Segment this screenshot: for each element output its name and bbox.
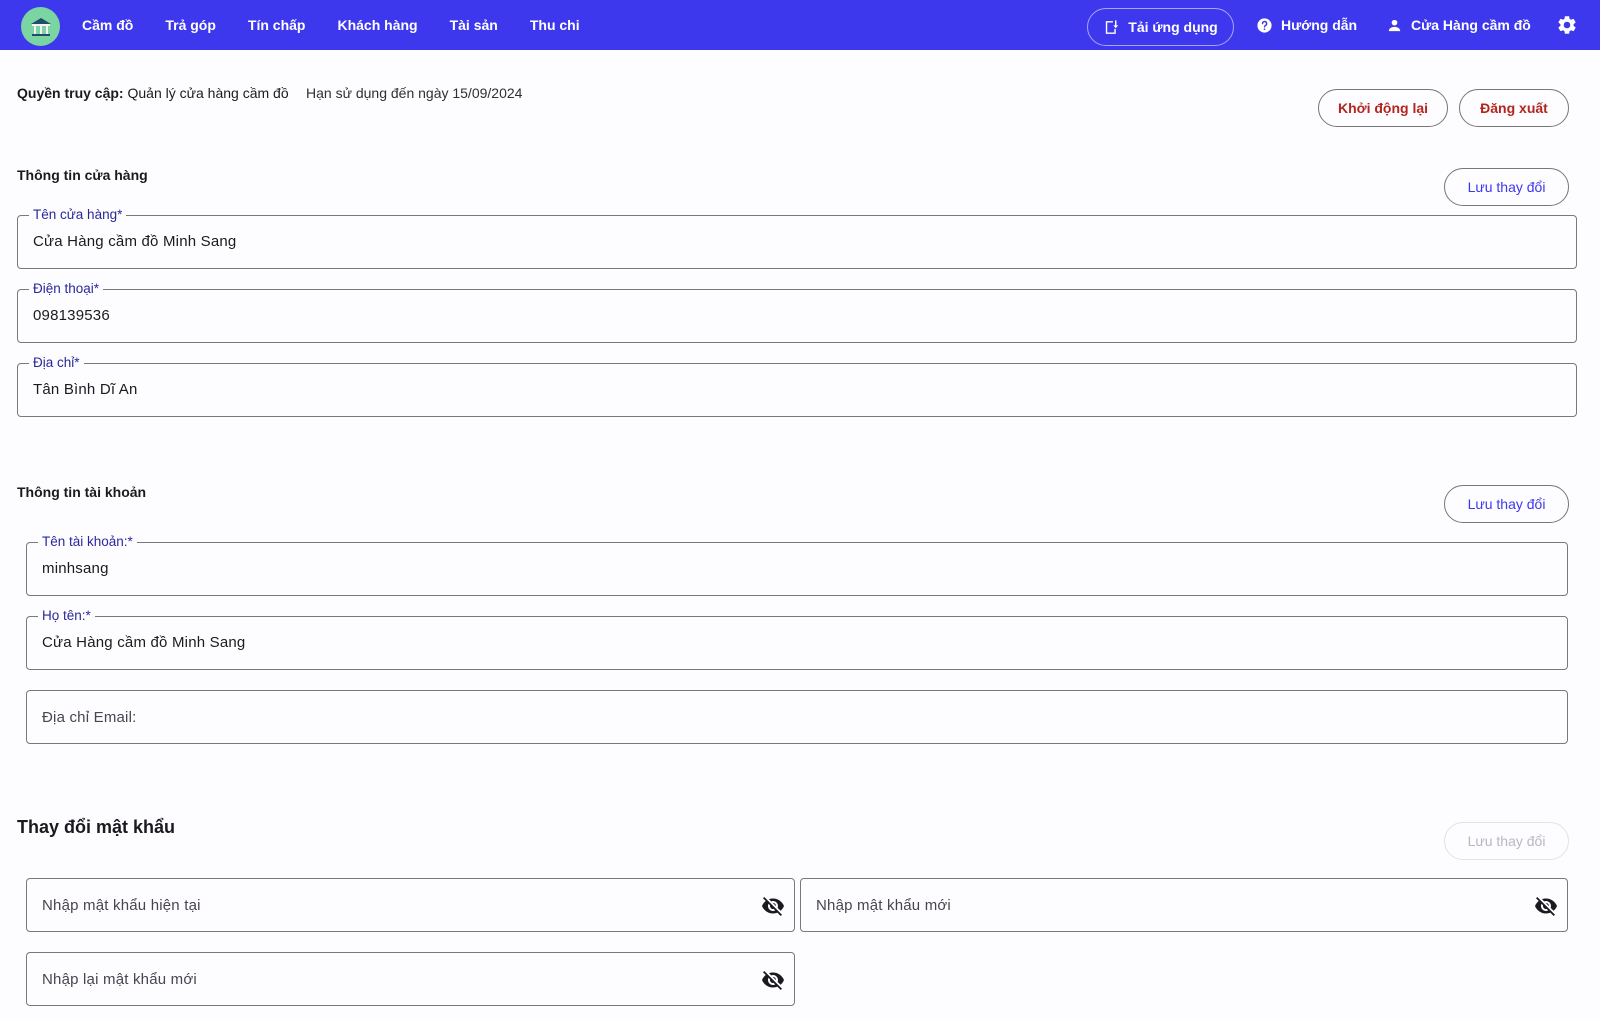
app-logo[interactable]: [21, 7, 60, 46]
save-password-button[interactable]: Lưu thay đổi: [1444, 822, 1569, 860]
current-password-placeholder: Nhập mật khẩu hiện tại: [42, 897, 201, 914]
store-account-label: Cửa Hàng cầm đồ: [1411, 17, 1531, 33]
save-store-info-button[interactable]: Lưu thay đổi: [1444, 168, 1569, 206]
save-account-info-button[interactable]: Lưu thay đổi: [1444, 485, 1569, 523]
guide-link[interactable]: Hướng dẫn: [1256, 0, 1357, 50]
store-name-value: Cửa Hàng cầm đồ Minh Sang: [33, 233, 237, 250]
nav-pawn[interactable]: Cầm đồ: [66, 0, 149, 50]
nav-credit[interactable]: Tín chấp: [232, 0, 322, 50]
access-value: Quản lý cửa hàng cầm đồ: [127, 85, 289, 101]
username-field[interactable]: Tên tài khoản:* minhsang: [26, 534, 1568, 596]
email-placeholder: Địa chỉ Email:: [42, 709, 137, 726]
store-address-field[interactable]: Địa chỉ* Tân Bình Dĩ An: [17, 355, 1577, 417]
download-app-label: Tải ứng dụng: [1128, 19, 1218, 35]
confirm-password-field[interactable]: Nhập lại mật khẩu mới: [26, 952, 795, 1006]
nav-installment[interactable]: Trả góp: [149, 0, 232, 50]
fullname-field[interactable]: Họ tên:* Cửa Hàng cầm đồ Minh Sang: [26, 608, 1568, 670]
visibility-off-icon[interactable]: [1534, 894, 1558, 918]
store-info-title: Thông tin cửa hàng: [17, 167, 148, 183]
store-phone-value: 098139536: [33, 307, 110, 324]
gear-icon[interactable]: [1556, 14, 1578, 36]
access-info: Quyền truy cập: Quản lý cửa hàng cầm đồ: [17, 85, 289, 101]
download-app-button[interactable]: Tải ứng dụng: [1087, 8, 1234, 46]
store-address-label: Địa chỉ*: [29, 355, 84, 371]
access-label: Quyền truy cập:: [17, 85, 124, 101]
expiry-date: Hạn sử dụng đến ngày 15/09/2024: [306, 85, 523, 101]
person-icon: [1388, 19, 1401, 31]
install-mobile-icon: [1106, 19, 1119, 34]
email-field[interactable]: Địa chỉ Email:: [26, 690, 1568, 744]
nav-customers[interactable]: Khách hàng: [321, 0, 433, 50]
main-nav: Cầm đồ Trả góp Tín chấp Khách hàng Tài s…: [66, 0, 596, 50]
fullname-value: Cửa Hàng cầm đồ Minh Sang: [42, 634, 246, 651]
help-circle-icon: [1257, 17, 1272, 33]
store-address-value: Tân Bình Dĩ An: [33, 381, 138, 398]
username-value: minhsang: [42, 560, 109, 577]
visibility-off-icon[interactable]: [761, 968, 785, 992]
nav-income-expense[interactable]: Thu chi: [514, 0, 596, 50]
store-phone-field[interactable]: Điện thoại* 098139536: [17, 281, 1577, 343]
new-password-placeholder: Nhập mật khẩu mới: [816, 897, 951, 914]
store-account-link[interactable]: Cửa Hàng cầm đồ: [1386, 0, 1531, 50]
change-password-title: Thay đổi mật khẩu: [17, 817, 176, 837]
username-label: Tên tài khoản:*: [38, 534, 137, 550]
logout-button[interactable]: Đăng xuất: [1459, 89, 1569, 127]
fullname-label: Họ tên:*: [38, 608, 95, 624]
visibility-off-icon[interactable]: [761, 894, 785, 918]
new-password-field[interactable]: Nhập mật khẩu mới: [800, 878, 1568, 932]
top-navbar: Cầm đồ Trả góp Tín chấp Khách hàng Tài s…: [0, 0, 1600, 50]
pawnshop-building-icon: [30, 17, 51, 36]
store-name-label: Tên cửa hàng*: [29, 207, 127, 223]
restart-button[interactable]: Khởi động lại: [1318, 89, 1448, 127]
store-phone-label: Điện thoại*: [29, 281, 104, 297]
nav-assets[interactable]: Tài sản: [434, 0, 514, 50]
guide-label: Hướng dẫn: [1281, 17, 1358, 33]
account-info-title: Thông tin tài khoản: [17, 484, 147, 500]
current-password-field[interactable]: Nhập mật khẩu hiện tại: [26, 878, 795, 932]
store-name-field[interactable]: Tên cửa hàng* Cửa Hàng cầm đồ Minh Sang: [17, 207, 1577, 269]
confirm-password-placeholder: Nhập lại mật khẩu mới: [42, 971, 197, 988]
